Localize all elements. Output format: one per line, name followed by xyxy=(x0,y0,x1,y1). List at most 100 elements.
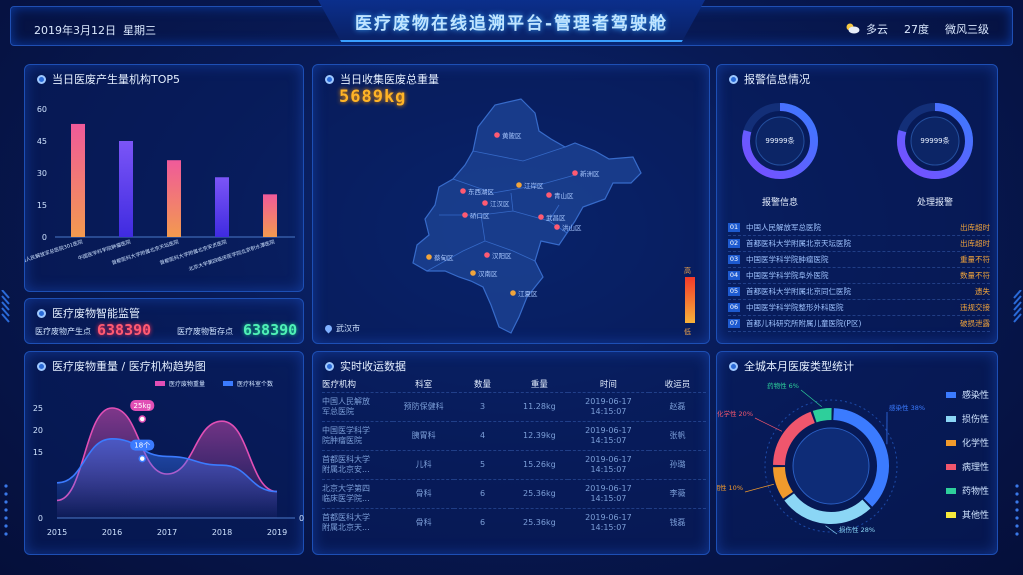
alarm-row[interactable]: 02 首都医科大学附属北京天坛医院 出库超时 xyxy=(728,236,990,252)
right-side-decoration xyxy=(1013,290,1022,536)
legend-item[interactable]: 药物性 xyxy=(946,484,989,497)
panel-types: 全城本月医废类型统计 感染性 38%损伤性 28%周期性 10%化学性 20%药… xyxy=(716,351,998,555)
ring2-value: 99999条 xyxy=(920,137,950,145)
alarm-index: 03 xyxy=(728,255,740,264)
map-pin[interactable] xyxy=(462,212,468,218)
map-pin[interactable] xyxy=(470,270,476,276)
column-header[interactable]: 收运员 xyxy=(649,376,706,392)
wuhan-map[interactable]: 黄陂区新洲区东西湖区 江岸区青山区江汉区硚口区 武昌区洪山区汉阳区 蔡甸区汉南区江夏区 xyxy=(313,65,711,345)
legend-swatch xyxy=(946,415,956,422)
bar[interactable] xyxy=(215,177,229,237)
slice-label: 损伤性 28% xyxy=(839,525,875,534)
tooltip-text: 25kg xyxy=(134,402,151,410)
panel-realtime-title: 实时收运数据 xyxy=(325,358,406,374)
temperature-text: 27度 xyxy=(904,23,929,36)
table-cell: 2019-06-17 14:15:07 xyxy=(567,478,650,508)
column-header[interactable]: 科室 xyxy=(393,376,454,392)
legend-swatch xyxy=(155,381,165,386)
district-label: 江岸区 xyxy=(524,182,544,190)
map-pin[interactable] xyxy=(516,182,522,188)
bar[interactable] xyxy=(263,194,277,237)
alarm-index: 04 xyxy=(728,271,740,280)
top5-bar-chart: 015304560中国人民解放军总医院301医院中国医学科学院肿瘤医院首都医科大… xyxy=(25,105,295,273)
bar[interactable] xyxy=(167,160,181,237)
map-pin[interactable] xyxy=(546,192,552,198)
district-label: 江夏区 xyxy=(518,290,538,298)
table-cell: 2019-06-17 14:15:07 xyxy=(567,507,650,537)
highlight-point[interactable] xyxy=(138,415,146,423)
map-pin[interactable] xyxy=(426,254,432,260)
column-header[interactable]: 数量 xyxy=(454,376,511,392)
alarm-row[interactable]: 04 中国医学科学院阜外医院 数量不符 xyxy=(728,268,990,284)
table-row[interactable]: 北京大学第四 临床医学院... 骨科 6 25.36kg 2019-06-17 14:15:… xyxy=(322,478,706,508)
table-row[interactable]: 首都医科大学 附属北京天... 骨科 6 25.36kg 2019-06-17 14:15:… xyxy=(322,507,706,537)
table-cell: 2019-06-17 14:15:07 xyxy=(567,391,650,421)
legend-item[interactable]: 其他性 xyxy=(946,508,989,521)
legend-swatch xyxy=(946,463,956,470)
legend-swatch xyxy=(946,439,956,446)
target-icon xyxy=(37,308,46,318)
district-label: 武昌区 xyxy=(546,213,566,222)
slice-leader-line xyxy=(754,417,783,432)
alarm-row[interactable]: 03 中国医学科学院肿瘤医院 重量不符 xyxy=(728,252,990,268)
legend-swatch xyxy=(223,381,233,386)
slice-label: 感染性 38% xyxy=(889,403,925,412)
district-label: 蔡甸区 xyxy=(434,253,454,262)
bar[interactable] xyxy=(119,141,133,237)
alarm-institution: 中国医学科学院阜外医院 xyxy=(746,271,829,280)
map-pin[interactable] xyxy=(554,224,560,230)
panel-trend: 医疗废物重量 / 医疗机构趋势图 医疗废物重量 医疗科室个数 0 15 20 25 0 201… xyxy=(24,351,304,555)
alarm-row[interactable]: 01 中国人民解放军总医院 出库超时 xyxy=(728,220,990,236)
weather-display: 多云 27度 微风三级 xyxy=(844,21,989,37)
donut-slice[interactable] xyxy=(812,408,832,423)
table-cell: 12.39kg xyxy=(510,420,568,450)
heat-legend-high: 高 xyxy=(684,267,691,275)
legend-item[interactable]: 感染性 xyxy=(946,388,989,401)
donut-slice[interactable] xyxy=(773,466,794,499)
x-tick-label: 2015 xyxy=(47,528,67,537)
map-pin[interactable] xyxy=(460,188,466,194)
table-cell: 中国人民解放 军总医院 xyxy=(322,391,394,421)
store-label: 医疗废物暂存点 xyxy=(177,327,233,336)
table-row[interactable]: 中国医学科学 院肿瘤医院 胰胃科 4 12.39kg 2019-06-17 14:15:07… xyxy=(322,420,706,450)
legend-item[interactable]: 病理性 xyxy=(946,460,989,473)
legend-swatch xyxy=(946,511,956,518)
map-city-label: 武汉市 xyxy=(323,323,360,334)
slice-label: 药物性 6% xyxy=(767,381,799,390)
table-row[interactable]: 首都医科大学 附属北京安... 儿科 5 15.26kg 2019-06-17 14:15:… xyxy=(322,449,706,479)
map-pin[interactable] xyxy=(484,252,490,258)
table-cell: 北京大学第四 临床医学院... xyxy=(322,478,394,508)
column-header[interactable]: 时间 xyxy=(568,376,649,392)
date-display: 2019年3月12日 星期三 xyxy=(34,22,156,38)
bar[interactable] xyxy=(71,123,85,237)
district-label: 江汉区 xyxy=(490,200,510,208)
x-tick-label: 2018 xyxy=(212,528,232,537)
column-header[interactable]: 重量 xyxy=(511,376,568,392)
highlight-point[interactable] xyxy=(138,454,146,463)
map-pin[interactable] xyxy=(572,170,578,176)
store-value: 638390 xyxy=(243,321,298,339)
table-cell: 2019-06-17 14:15:07 xyxy=(567,449,650,479)
legend-label: 医疗科室个数 xyxy=(237,380,273,388)
legend-label: 其他性 xyxy=(962,511,990,521)
map-pin[interactable] xyxy=(510,290,516,296)
table-cell: 钱磊 xyxy=(649,507,706,537)
alarm-row[interactable]: 07 首都儿科研究所附属儿童医院(P区) 破损泄露 xyxy=(728,316,990,332)
map-pin[interactable] xyxy=(494,132,500,138)
panel-map: 当日收集医废总重量 5689kg 黄陂区 新洲区 东西湖区 江岸区 青山区 江汉区 硚口区武… xyxy=(312,64,710,344)
table-row[interactable]: 中国人民解放 军总医院 预防保健科 3 11.28kg 2019-06-17 14:15:0… xyxy=(322,391,706,421)
panel-monitor-title-text: 医疗废物智能监管 xyxy=(52,307,140,320)
alarm-row[interactable]: 05 首都医科大学附属北京同仁医院 遗失 xyxy=(728,284,990,300)
ring1-label: 报警信息 xyxy=(761,198,798,208)
alarm-institution: 中国医学科学院肿瘤医院 xyxy=(746,255,829,264)
district-label: 东西湖区 xyxy=(468,187,495,196)
legend-item[interactable]: 化学性 xyxy=(946,436,989,449)
legend-item[interactable]: 损伤性 xyxy=(946,412,989,425)
y-tick-label: 0 xyxy=(38,514,43,523)
column-header[interactable]: 医疗机构 xyxy=(322,376,393,392)
alarm-row[interactable]: 06 中国医学科学院整形外科医院 违规交接 xyxy=(728,300,990,316)
map-pin[interactable] xyxy=(482,200,488,206)
y-tick-label: 45 xyxy=(37,137,47,146)
table-cell: 首都医科大学 附属北京天... xyxy=(322,507,394,537)
map-pin[interactable] xyxy=(538,214,544,220)
